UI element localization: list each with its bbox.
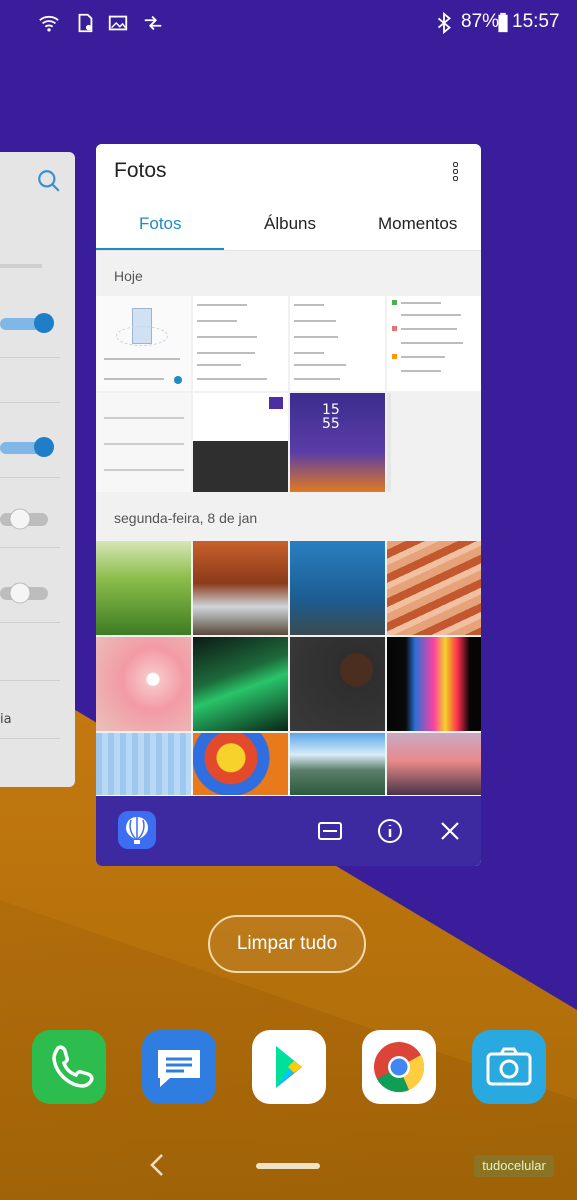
- bluetooth-icon: [437, 12, 451, 34]
- battery-percent: 87%: [461, 11, 500, 32]
- battery-icon: [498, 12, 508, 33]
- photo-thumbnail[interactable]: [96, 637, 191, 731]
- photo-thumbnail[interactable]: [96, 296, 191, 391]
- split-screen-icon[interactable]: [315, 816, 345, 846]
- messages-icon[interactable]: [142, 1030, 216, 1104]
- toggle-off[interactable]: [0, 582, 56, 604]
- data-transfer-icon: [144, 15, 162, 31]
- search-icon: [38, 170, 60, 192]
- status-bar: 87% 15:57: [0, 0, 577, 46]
- image-icon: [108, 15, 128, 31]
- app-header: Fotos Fotos Álbuns Momentos: [96, 144, 481, 251]
- phone-icon[interactable]: [32, 1030, 106, 1104]
- tab-momentos[interactable]: Momentos: [378, 214, 457, 234]
- photo-thumbnail[interactable]: [193, 637, 288, 731]
- tab-fotos[interactable]: Fotos: [139, 214, 182, 234]
- photo-thumbnail[interactable]: [290, 541, 385, 635]
- photo-thumbnail[interactable]: [387, 733, 481, 795]
- card-action-bar: [96, 796, 481, 866]
- play-store-icon[interactable]: [252, 1030, 326, 1104]
- chrome-icon[interactable]: [362, 1030, 436, 1104]
- section-header-today: Hoje: [114, 268, 143, 284]
- clock: 15:57: [512, 11, 560, 32]
- app-title: Fotos: [114, 159, 167, 182]
- clear-all-button[interactable]: Limpar tudo: [208, 915, 366, 973]
- toggle-on[interactable]: [0, 436, 56, 458]
- tab-albuns[interactable]: Álbuns: [264, 214, 316, 234]
- truncated-text: ia: [0, 712, 12, 727]
- photo-thumbnail[interactable]: [193, 393, 288, 492]
- toggle-on[interactable]: [0, 312, 56, 334]
- app-info-icon[interactable]: [375, 816, 405, 846]
- back-icon[interactable]: [146, 1152, 168, 1178]
- close-icon[interactable]: [435, 816, 465, 846]
- photo-thumbnail[interactable]: 15 55: [290, 393, 385, 492]
- photo-thumbnail[interactable]: [290, 296, 385, 391]
- photo-thumbnail[interactable]: [193, 296, 288, 391]
- watermark: tudocelular: [474, 1155, 554, 1177]
- slider-track: [0, 264, 42, 268]
- recent-app-card-fotos[interactable]: Fotos Fotos Álbuns Momentos Hoje 15 55 s…: [96, 144, 481, 866]
- today-thumbnails: 15 55: [96, 296, 481, 492]
- photo-thumbnail[interactable]: [387, 296, 481, 391]
- wifi-icon: [39, 15, 59, 32]
- photo-thumbnail[interactable]: [96, 393, 191, 492]
- photo-thumbnail[interactable]: [193, 541, 288, 635]
- photo-thumbnail[interactable]: [290, 637, 385, 731]
- sd-card-icon: [78, 13, 93, 33]
- photo-thumbnail[interactable]: [387, 541, 481, 635]
- photo-grid: [96, 541, 481, 795]
- section-header-date: segunda-feira, 8 de jan: [114, 510, 258, 526]
- photo-thumbnail[interactable]: [96, 733, 191, 795]
- recent-app-card-settings[interactable]: ia: [0, 152, 75, 787]
- toggle-off[interactable]: [0, 508, 56, 530]
- photo-thumbnail[interactable]: [387, 393, 481, 492]
- more-options-icon[interactable]: [450, 162, 460, 184]
- photo-thumbnail[interactable]: [193, 733, 288, 795]
- home-pill[interactable]: [256, 1163, 320, 1169]
- photo-thumbnail[interactable]: [387, 637, 481, 731]
- camera-icon[interactable]: [472, 1030, 546, 1104]
- photo-thumbnail[interactable]: [290, 733, 385, 795]
- fotos-app-icon[interactable]: [118, 811, 156, 849]
- photo-thumbnail[interactable]: [96, 541, 191, 635]
